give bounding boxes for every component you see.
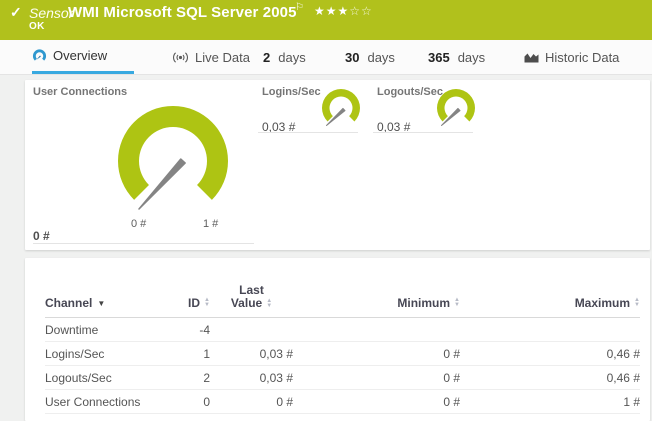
tab-30-days-number: 30	[345, 50, 359, 65]
logouts-gauge	[434, 87, 478, 131]
tab-2-days-number: 2	[263, 50, 270, 65]
cell-id: -4	[185, 323, 210, 337]
table-row[interactable]: User Connections 0 0 # 0 # 1 #	[45, 390, 640, 414]
logins-gauge-label: Logins/Sec	[262, 86, 321, 98]
stars-empty[interactable]: ☆☆	[349, 4, 373, 18]
cell-channel: User Connections	[45, 395, 185, 409]
primary-gauge-max: 1 #	[203, 218, 218, 230]
cell-channel: Logouts/Sec	[45, 371, 185, 385]
tab-2-days[interactable]: 2 days	[263, 40, 306, 74]
sensor-status-badge: OK	[29, 21, 45, 32]
priority-flag-icon[interactable]: ⚐	[295, 2, 304, 13]
tab-historic-data[interactable]: Historic Data	[524, 40, 619, 74]
tab-historic-data-label: Historic Data	[545, 50, 619, 65]
cell-minimum: 0 #	[293, 395, 460, 409]
cell-last-value: 0,03 #	[210, 371, 293, 385]
sensor-header: ✓ Sensor WMI Microsoft SQL Server 2005 ⚐…	[0, 0, 652, 40]
overview-gauges-panel: User Connections 0 # 1 # 0 # Logins/Sec …	[25, 80, 650, 250]
primary-cell-divider	[33, 243, 254, 244]
gauge-icon	[32, 48, 47, 63]
table-row[interactable]: Logouts/Sec 2 0,03 # 0 # 0,46 #	[45, 366, 640, 390]
cell-channel: Downtime	[45, 323, 185, 337]
logins-cell-divider	[258, 132, 358, 133]
tab-bar: Overview Live Data 2 days 30 days 365 da…	[0, 40, 652, 75]
stars-filled[interactable]: ★★★	[314, 4, 349, 18]
logins-gauge	[319, 87, 363, 131]
tab-overview[interactable]: Overview	[32, 40, 134, 74]
tab-live-data-label: Live Data	[195, 50, 250, 65]
channel-table: Channel ▼ ID ▲▼ Last Value ▲▼ Minimum ▲▼	[45, 284, 640, 414]
tab-30-days-label: days	[367, 50, 394, 65]
historic-chart-icon	[524, 51, 539, 63]
cell-minimum: 0 #	[293, 347, 460, 361]
priority-stars[interactable]: ★★★☆☆	[314, 4, 373, 18]
header-last-value[interactable]: Last Value ▲▼	[210, 284, 293, 310]
header-channel[interactable]: Channel ▼	[45, 296, 185, 310]
cell-maximum: 0,46 #	[460, 347, 640, 361]
header-minimum[interactable]: Minimum ▲▼	[293, 296, 460, 310]
tab-2-days-label: days	[278, 50, 305, 65]
cell-last-value: 0,03 #	[210, 347, 293, 361]
channel-table-panel: Channel ▼ ID ▲▼ Last Value ▲▼ Minimum ▲▼	[25, 258, 650, 421]
cell-channel: Logins/Sec	[45, 347, 185, 361]
object-type-label: Sensor	[29, 5, 73, 21]
table-row[interactable]: Downtime -4	[45, 318, 640, 342]
table-row[interactable]: Logins/Sec 1 0,03 # 0 # 0,46 #	[45, 342, 640, 366]
sort-icon[interactable]: ▲▼	[266, 299, 272, 309]
sensor-title: WMI Microsoft SQL Server 2005	[68, 4, 297, 21]
tab-365-days[interactable]: 365 days	[428, 40, 485, 74]
channel-dropdown-icon[interactable]: ▼	[97, 299, 105, 308]
table-header-row: Channel ▼ ID ▲▼ Last Value ▲▼ Minimum ▲▼	[45, 284, 640, 318]
logouts-cell-divider	[373, 132, 473, 133]
header-channel-label: Channel	[45, 296, 92, 310]
cell-maximum: 1 #	[460, 395, 640, 409]
cell-id: 0	[185, 395, 210, 409]
primary-gauge-min: 0 #	[131, 218, 146, 230]
header-maximum-label: Maximum	[575, 296, 630, 310]
cell-last-value: 0 #	[210, 395, 293, 409]
tab-overview-label: Overview	[53, 48, 107, 63]
header-id[interactable]: ID ▲▼	[185, 296, 210, 310]
cell-id: 2	[185, 371, 210, 385]
tab-live-data[interactable]: Live Data	[172, 40, 250, 74]
header-maximum[interactable]: Maximum ▲▼	[460, 296, 640, 310]
tab-365-days-label: days	[458, 50, 485, 65]
header-value-label: Value	[231, 297, 262, 310]
tab-30-days[interactable]: 30 days	[345, 40, 395, 74]
header-minimum-label: Minimum	[397, 296, 450, 310]
live-signal-icon	[172, 51, 189, 64]
primary-gauge	[93, 83, 253, 233]
status-check-icon: ✓	[10, 4, 22, 21]
cell-minimum: 0 #	[293, 371, 460, 385]
sort-icon[interactable]: ▲▼	[634, 298, 640, 308]
header-id-label: ID	[188, 296, 200, 310]
primary-gauge-value: 0 #	[33, 229, 50, 243]
tab-365-days-number: 365	[428, 50, 450, 65]
cell-maximum: 0,46 #	[460, 371, 640, 385]
cell-id: 1	[185, 347, 210, 361]
